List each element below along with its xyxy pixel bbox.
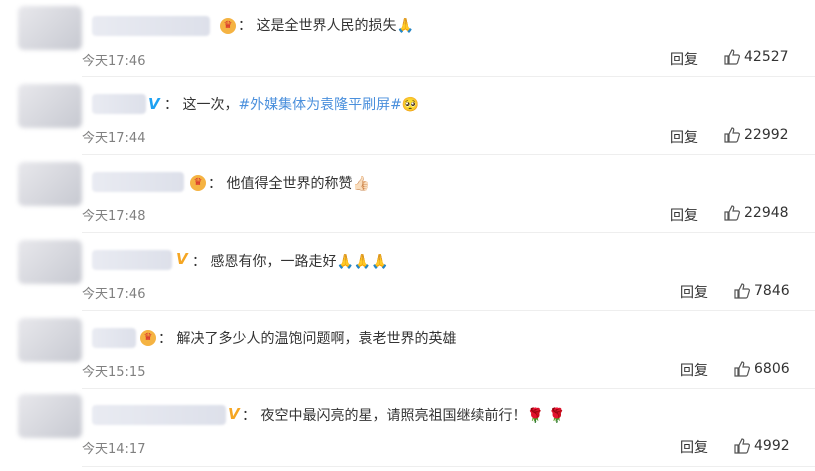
like-count: 6806 [754,361,790,377]
crown-icon: ♛ [190,175,206,191]
reply-button[interactable]: 回复 [670,49,698,69]
comment-text: ： 他值得全世界的称赞👍🏻 [208,176,370,192]
divider [82,154,815,155]
divider [82,76,815,77]
like-count: 22992 [744,127,789,143]
comment-text: ： 解决了多少人的温饱问题啊，袁老世界的英雄 [158,331,457,347]
thumbs-up-icon [724,127,740,143]
timestamp: 今天17:46 [82,54,146,69]
comment-text: ： 感恩有你，一路走好🙏🙏🙏 [192,254,389,270]
thumbs-up-icon [734,361,750,377]
crown-icon: ♛ [140,330,156,346]
like-count: 42527 [744,49,789,65]
divider [82,388,815,389]
like-button[interactable]: 22948 [724,205,789,221]
timestamp: 今天15:15 [82,365,146,380]
like-count: 4992 [754,438,790,454]
like-button[interactable]: 22992 [724,127,789,143]
verified-icon: V [228,405,240,423]
comment-text: ： 这是全世界人民的损失🙏 [238,18,414,34]
thumbs-up-icon [734,438,750,454]
username[interactable] [92,405,226,425]
topic-link[interactable]: #外媒集体为袁隆平刷屏# [238,97,401,113]
reply-button[interactable]: 回复 [670,205,698,225]
like-button[interactable]: 7846 [734,283,790,299]
avatar[interactable] [18,162,82,206]
divider [82,466,815,467]
timestamp: 今天17:46 [82,287,146,302]
comment-text: ： 夜空中最闪亮的星，请照亮祖国继续前行！🌹 🌹 [242,408,566,424]
like-button[interactable]: 4992 [734,438,790,454]
like-button[interactable]: 42527 [724,49,789,65]
timestamp: 今天17:44 [82,131,146,146]
like-count: 22948 [744,205,789,221]
avatar[interactable] [18,240,82,284]
verified-icon: V [148,95,160,113]
thumbs-up-icon [734,283,750,299]
thumbs-up-icon [724,205,740,221]
reply-button[interactable]: 回复 [680,360,708,380]
divider [82,310,815,311]
thumbs-up-icon [724,49,740,65]
like-count: 7846 [754,283,790,299]
avatar[interactable] [18,6,82,50]
divider [82,232,815,233]
reply-button[interactable]: 回复 [670,127,698,147]
reply-button[interactable]: 回复 [680,282,708,302]
verified-icon: V [176,250,188,268]
timestamp: 今天14:17 [82,442,146,457]
username[interactable] [92,16,210,36]
username[interactable] [92,172,184,192]
timestamp: 今天17:48 [82,209,146,224]
username[interactable] [92,94,146,114]
like-button[interactable]: 6806 [734,361,790,377]
reply-button[interactable]: 回复 [680,437,708,457]
avatar[interactable] [18,84,82,128]
username[interactable] [92,328,136,348]
avatar[interactable] [18,394,82,438]
avatar[interactable] [18,318,82,362]
comment-text: ： 这一次，#外媒集体为袁隆平刷屏#🥺 [164,97,420,113]
crown-icon: ♛ [220,18,236,34]
username[interactable] [92,250,172,270]
